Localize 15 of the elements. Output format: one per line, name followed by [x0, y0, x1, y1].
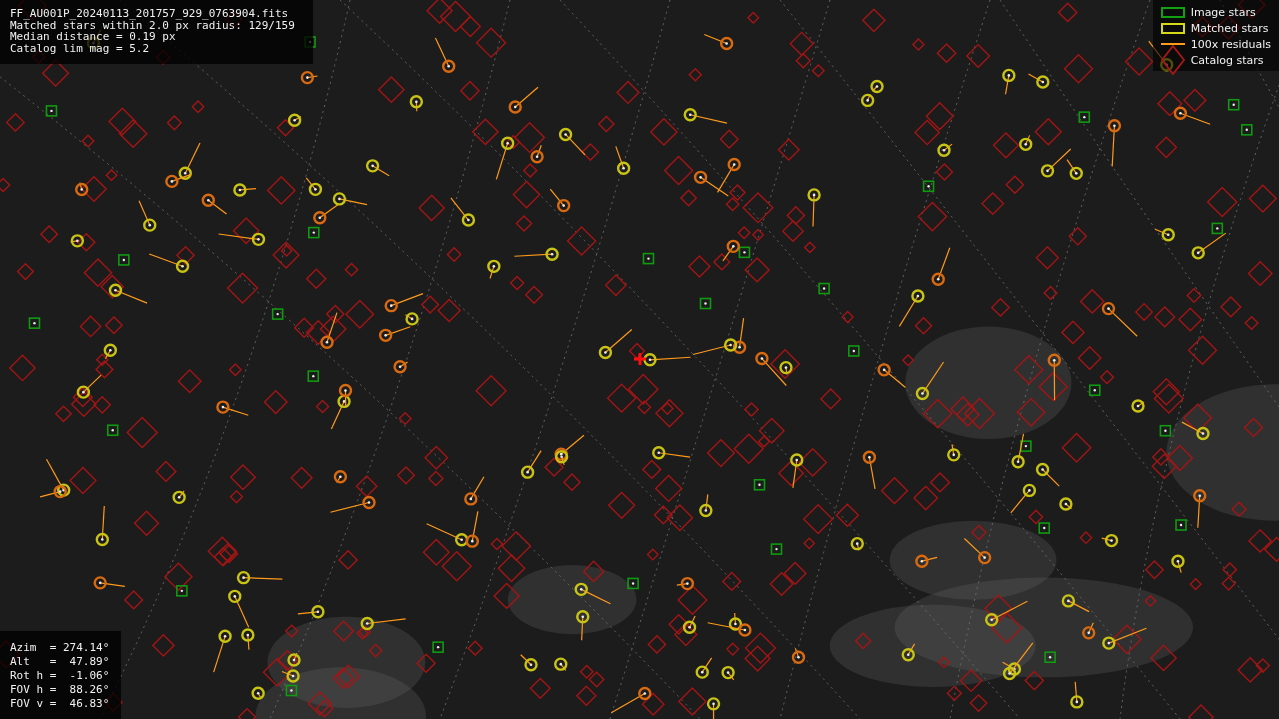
info-text: Median distance = 0.19 px	[10, 31, 176, 43]
pointing-text: Alt = 47.89°	[10, 655, 110, 669]
pointing-text: FOV v = 46.83°	[10, 697, 110, 711]
info-text: Matched stars within 2.0 px radius: 129/159	[10, 19, 295, 31]
pointing-text: Azim = 274.14°	[10, 641, 110, 655]
info-text: FF_AU001P_20240113_201757_929_0763904.fits	[10, 8, 290, 20]
legend-label: Image stars	[1190, 5, 1256, 19]
legend-label: Catalog stars	[1190, 53, 1264, 67]
legend-label: Matched stars	[1190, 21, 1269, 35]
legend-label: 100x residuals	[1190, 37, 1271, 51]
residual-line-icon	[1160, 43, 1185, 45]
info-text: Catalog lim mag = 5.2	[10, 42, 151, 54]
pointing-text: FOV h = 88.26°	[10, 683, 110, 697]
diamond-icon	[1160, 45, 1185, 75]
pointing-text: Rot h = -1.06°	[10, 669, 110, 683]
